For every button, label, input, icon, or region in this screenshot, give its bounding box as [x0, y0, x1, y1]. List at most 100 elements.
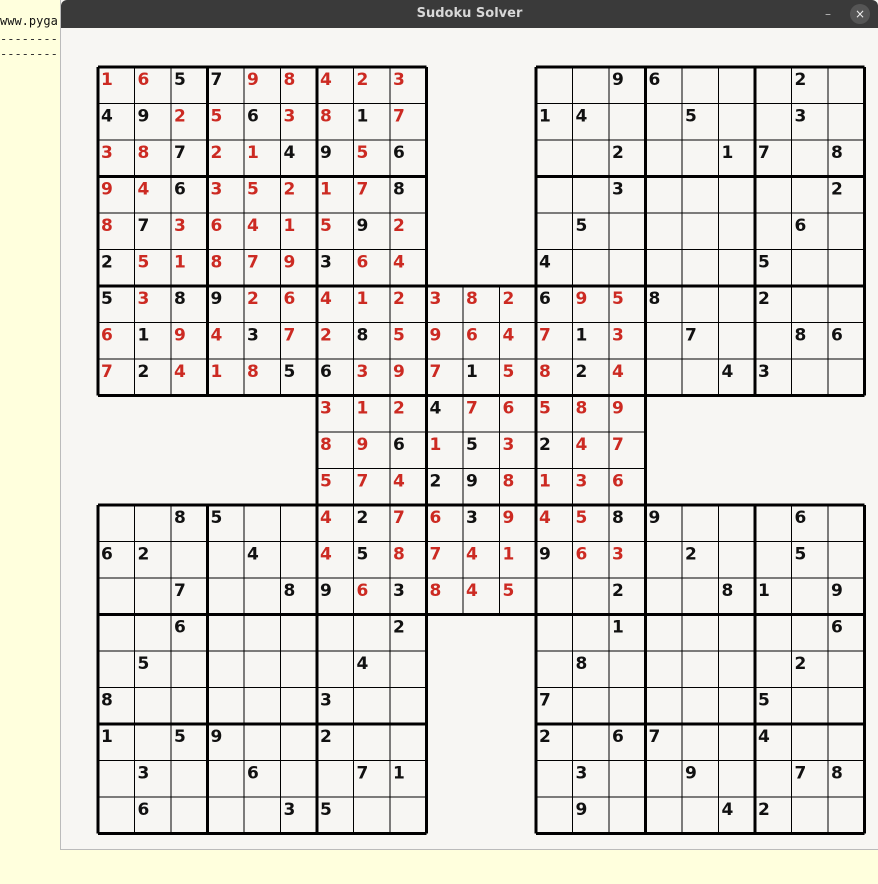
- solved-digit[interactable]: 2: [174, 107, 186, 127]
- given-digit[interactable]: 8: [795, 326, 807, 346]
- solved-digit[interactable]: 8: [320, 107, 332, 127]
- solved-digit[interactable]: 3: [284, 107, 296, 127]
- given-digit[interactable]: 1: [576, 326, 588, 346]
- solved-digit[interactable]: 1: [247, 143, 259, 163]
- solved-digit[interactable]: 7: [393, 508, 405, 528]
- solved-digit[interactable]: 9: [101, 180, 113, 200]
- solved-digit[interactable]: 4: [466, 545, 478, 565]
- solved-digit[interactable]: 4: [211, 326, 223, 346]
- given-digit[interactable]: 2: [539, 727, 551, 747]
- given-digit[interactable]: 5: [138, 654, 150, 674]
- given-digit[interactable]: 2: [576, 362, 588, 382]
- given-digit[interactable]: 3: [612, 180, 624, 200]
- solved-digit[interactable]: 7: [101, 362, 113, 382]
- given-digit[interactable]: 2: [320, 727, 332, 747]
- given-digit[interactable]: 5: [357, 545, 369, 565]
- given-digit[interactable]: 1: [612, 618, 624, 638]
- given-digit[interactable]: 5: [576, 216, 588, 236]
- solved-digit[interactable]: 4: [503, 326, 515, 346]
- solved-digit[interactable]: 7: [357, 472, 369, 492]
- solved-digit[interactable]: 9: [357, 435, 369, 455]
- solved-digit[interactable]: 8: [393, 545, 405, 565]
- given-digit[interactable]: 2: [393, 618, 405, 638]
- solved-digit[interactable]: 3: [101, 143, 113, 163]
- given-digit[interactable]: 4: [722, 800, 734, 820]
- solved-digit[interactable]: 1: [503, 545, 515, 565]
- solved-digit[interactable]: 5: [612, 289, 624, 309]
- solved-digit[interactable]: 9: [612, 399, 624, 419]
- given-digit[interactable]: 1: [722, 143, 734, 163]
- solved-digit[interactable]: 4: [320, 508, 332, 528]
- given-digit[interactable]: 2: [539, 435, 551, 455]
- given-digit[interactable]: 3: [247, 326, 259, 346]
- solved-digit[interactable]: 6: [284, 289, 296, 309]
- given-digit[interactable]: 3: [576, 764, 588, 784]
- solved-digit[interactable]: 7: [284, 326, 296, 346]
- solved-digit[interactable]: 4: [612, 362, 624, 382]
- solved-digit[interactable]: 1: [539, 472, 551, 492]
- solved-digit[interactable]: 6: [357, 581, 369, 601]
- given-digit[interactable]: 7: [357, 764, 369, 784]
- solved-digit[interactable]: 1: [357, 399, 369, 419]
- solved-digit[interactable]: 9: [174, 326, 186, 346]
- given-digit[interactable]: 2: [612, 581, 624, 601]
- solved-digit[interactable]: 6: [211, 216, 223, 236]
- given-digit[interactable]: 7: [685, 326, 697, 346]
- given-digit[interactable]: 7: [539, 691, 551, 711]
- given-digit[interactable]: 6: [247, 764, 259, 784]
- solved-digit[interactable]: 9: [430, 326, 442, 346]
- given-digit[interactable]: 6: [101, 545, 113, 565]
- given-digit[interactable]: 4: [576, 107, 588, 127]
- given-digit[interactable]: 7: [174, 143, 186, 163]
- given-digit[interactable]: 4: [247, 545, 259, 565]
- given-digit[interactable]: 5: [320, 800, 332, 820]
- solved-digit[interactable]: 8: [284, 70, 296, 90]
- given-digit[interactable]: 3: [393, 581, 405, 601]
- solved-digit[interactable]: 3: [503, 435, 515, 455]
- given-digit[interactable]: 2: [685, 545, 697, 565]
- given-digit[interactable]: 6: [539, 289, 551, 309]
- given-digit[interactable]: 6: [612, 727, 624, 747]
- given-digit[interactable]: 6: [795, 216, 807, 236]
- solved-digit[interactable]: 8: [430, 581, 442, 601]
- solved-digit[interactable]: 8: [211, 253, 223, 273]
- solved-digit[interactable]: 4: [466, 581, 478, 601]
- solved-digit[interactable]: 2: [211, 143, 223, 163]
- given-digit[interactable]: 9: [320, 143, 332, 163]
- solved-digit[interactable]: 3: [138, 289, 150, 309]
- solved-digit[interactable]: 8: [320, 435, 332, 455]
- given-digit[interactable]: 8: [174, 508, 186, 528]
- given-digit[interactable]: 2: [795, 70, 807, 90]
- given-digit[interactable]: 8: [357, 326, 369, 346]
- solved-digit[interactable]: 8: [101, 216, 113, 236]
- given-digit[interactable]: 6: [795, 508, 807, 528]
- solved-digit[interactable]: 3: [320, 399, 332, 419]
- given-digit[interactable]: 8: [576, 654, 588, 674]
- given-digit[interactable]: 3: [758, 362, 770, 382]
- given-digit[interactable]: 4: [430, 399, 442, 419]
- solved-digit[interactable]: 2: [284, 180, 296, 200]
- given-digit[interactable]: 6: [174, 618, 186, 638]
- solved-digit[interactable]: 4: [138, 180, 150, 200]
- given-digit[interactable]: 2: [357, 508, 369, 528]
- solved-digit[interactable]: 4: [320, 70, 332, 90]
- solved-digit[interactable]: 6: [430, 508, 442, 528]
- given-digit[interactable]: 7: [211, 70, 223, 90]
- solved-digit[interactable]: 5: [503, 581, 515, 601]
- solved-digit[interactable]: 7: [539, 326, 551, 346]
- solved-digit[interactable]: 3: [612, 326, 624, 346]
- solved-digit[interactable]: 2: [393, 289, 405, 309]
- solved-digit[interactable]: 8: [247, 362, 259, 382]
- solved-digit[interactable]: 3: [357, 362, 369, 382]
- solved-digit[interactable]: 4: [539, 508, 551, 528]
- given-digit[interactable]: 9: [539, 545, 551, 565]
- solved-digit[interactable]: 5: [539, 399, 551, 419]
- solved-digit[interactable]: 2: [320, 326, 332, 346]
- solved-digit[interactable]: 1: [101, 70, 113, 90]
- solved-digit[interactable]: 9: [284, 253, 296, 273]
- solved-digit[interactable]: 9: [247, 70, 259, 90]
- given-digit[interactable]: 4: [539, 253, 551, 273]
- solved-digit[interactable]: 7: [466, 399, 478, 419]
- given-digit[interactable]: 1: [138, 326, 150, 346]
- given-digit[interactable]: 2: [758, 800, 770, 820]
